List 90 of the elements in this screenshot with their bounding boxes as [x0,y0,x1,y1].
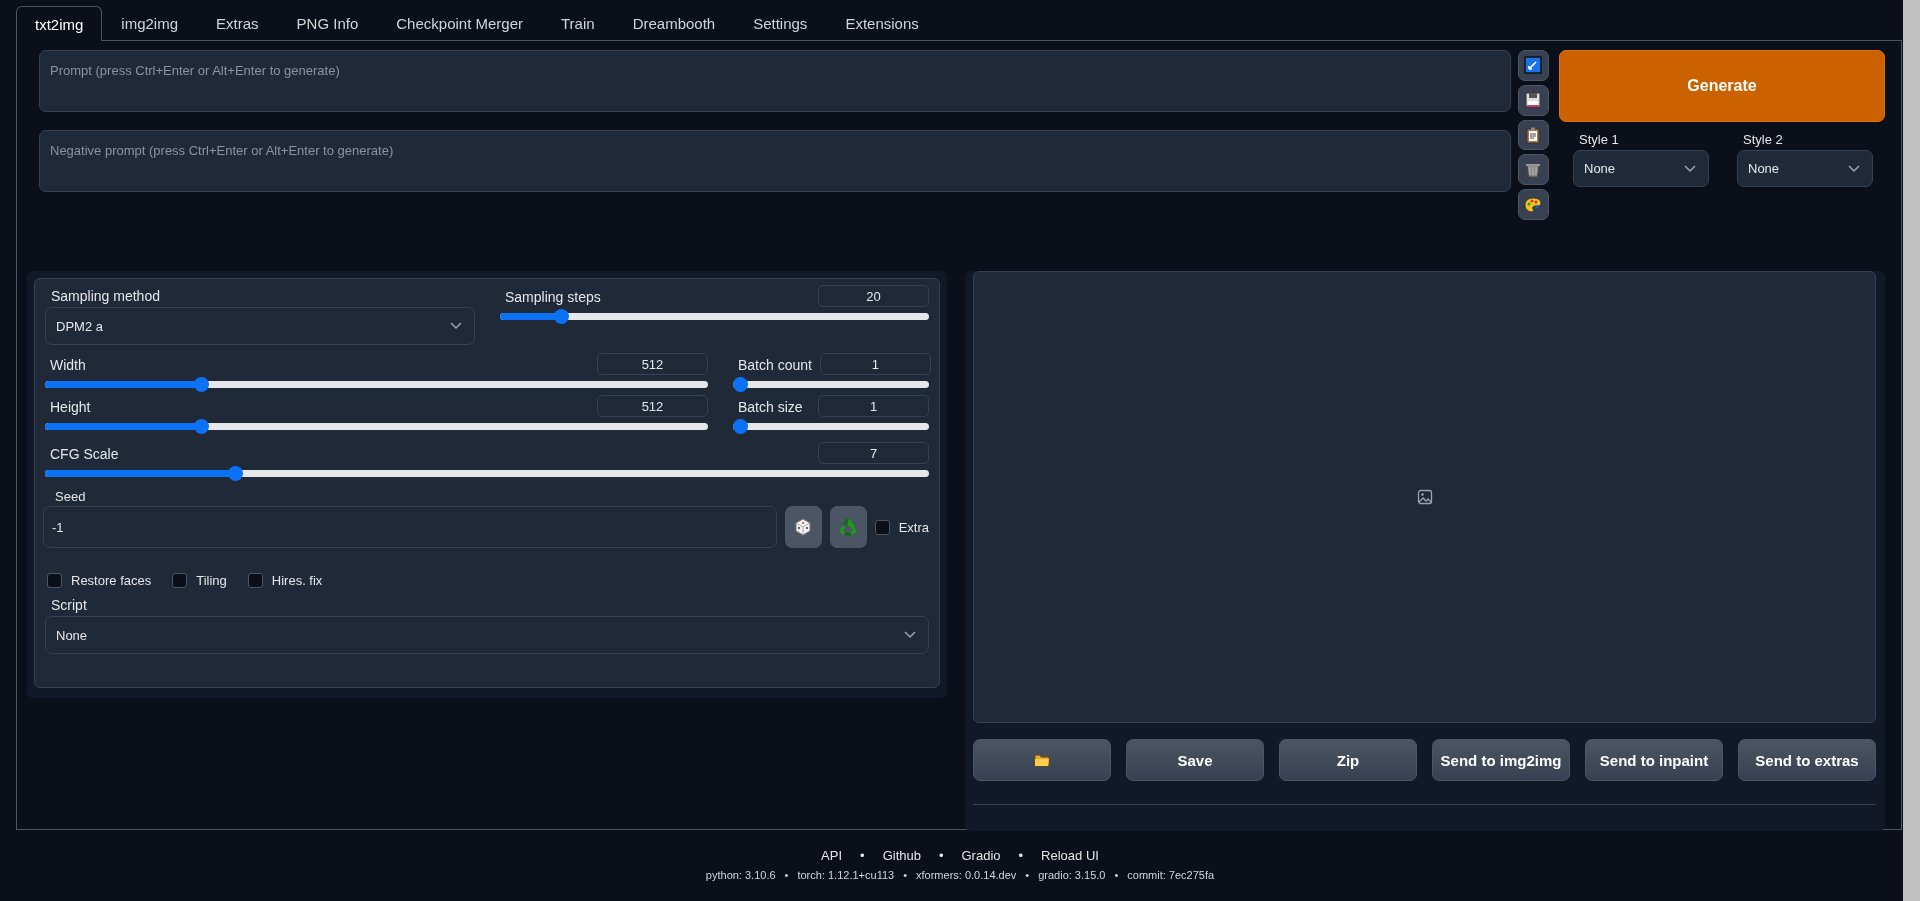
slider-thumb[interactable] [733,419,748,434]
scrollbar[interactable] [1903,0,1920,901]
slider-label: Width [50,357,86,373]
tab[interactable]: Checkpoint Merger [377,5,542,40]
slider-thumb[interactable] [553,309,569,324]
output-action-button[interactable]: Send to inpaint [1585,739,1723,781]
recycle-icon [838,517,859,537]
select-label: Style 2 [1742,132,1784,149]
folder-icon [1034,753,1050,767]
checkbox[interactable] [874,519,890,535]
dropdown[interactable]: None [1737,150,1873,187]
slider-label: Batch size [738,399,803,415]
separator-dot: • [903,869,908,881]
checkbox-label: Hires. fix [271,573,323,588]
footer-link[interactable]: API [821,848,843,863]
image-icon [1416,489,1433,505]
chevron-down-icon [450,322,462,330]
reuse-seed-button[interactable] [829,506,867,548]
chevron-down-icon [1848,164,1860,173]
slider-thumb[interactable] [194,377,210,392]
version-info: xformers: 0.0.14.dev [916,869,1017,881]
tab[interactable]: PNG Info [277,5,378,40]
tab[interactable]: Extensions [826,5,938,40]
generate-button[interactable]: Generate [1559,50,1885,122]
checkbox-icon [1524,56,1542,75]
tab[interactable]: Extras [197,5,278,40]
select-label: Script [50,597,88,615]
clear-button[interactable] [1517,154,1549,186]
checkbox-label: Restore faces [71,573,152,588]
output-action-button[interactable]: Save [1126,739,1264,781]
checkbox[interactable] [172,573,188,588]
palette-icon [1524,195,1542,214]
tab[interactable]: Settings [734,5,827,40]
version-info: torch: 1.12.1+cu113 [797,869,895,881]
checkbox-label: Tiling [196,573,227,588]
version-info: gradio: 3.15.0 [1038,869,1106,881]
tab[interactable]: Dreambooth [613,5,735,40]
tab[interactable]: Train [542,5,614,40]
separator-dot: • [1018,848,1024,863]
negative-prompt-field[interactable]: Negative prompt (press Ctrl+Enter or Alt+Enter to generate) [39,130,1511,192]
slider-label: Sampling steps [505,289,601,305]
output-action-button[interactable]: Send to extras [1738,739,1876,781]
slider-thumb[interactable] [194,419,210,434]
checkbox-button[interactable] [1517,50,1549,81]
dropdown[interactable]: DPM2 a [45,307,475,345]
separator-dot: • [860,848,865,863]
slider-label: Height [50,399,91,415]
slider-thumb[interactable] [227,466,243,481]
footer-link[interactable]: Reload UI [1041,848,1099,863]
prompt-field[interactable]: Prompt (press Ctrl+Enter or Alt+Enter to generate) [39,50,1511,112]
separator-dot: • [784,869,789,881]
slider-thumb[interactable] [733,377,748,392]
footer-link[interactable]: Gradio [961,848,1001,863]
open-folder-button[interactable] [973,739,1111,781]
number-field[interactable]: 512 [597,353,708,375]
random-seed-button[interactable] [784,506,822,548]
number-field[interactable]: 7 [818,442,929,464]
version-info: commit: 7ec275fa [1127,869,1215,881]
select-label: Sampling method [50,288,161,306]
separator-dot: • [1025,869,1030,881]
number-field[interactable]: 512 [597,395,708,417]
slider-label: Batch count [738,357,812,373]
chevron-down-icon [904,631,916,639]
version-info: python: 3.10.6 [705,869,776,881]
dropdown[interactable]: None [45,616,929,654]
dice-icon [794,518,813,536]
seed-label: Seed [54,489,87,506]
slider-label: CFG Scale [50,446,119,462]
slider-fill [500,313,556,320]
paste-button[interactable] [1517,119,1549,151]
tab[interactable]: txt2img [16,6,103,41]
clipboard-icon [1524,126,1542,144]
checkbox-label: Extra [898,519,929,535]
separator-dot: • [938,848,944,863]
save-style-button[interactable] [1517,84,1549,116]
footer-link[interactable]: Github [882,848,921,863]
checkbox[interactable] [47,573,62,588]
palette-button[interactable] [1517,189,1549,220]
select-label: Style 1 [1578,132,1620,149]
output-action-button[interactable]: Zip [1279,739,1417,781]
number-field[interactable]: 1 [819,353,931,375]
seed-field[interactable]: -1 [43,506,777,548]
output-action-button[interactable]: Send to img2img [1432,739,1570,781]
dropdown[interactable]: None [1573,150,1709,187]
tab[interactable]: img2img [102,5,198,40]
chevron-down-icon [1684,164,1696,173]
checkbox[interactable] [247,573,263,588]
separator-dot: • [1114,869,1119,881]
number-field[interactable]: 20 [818,285,929,307]
number-field[interactable]: 1 [818,395,929,417]
